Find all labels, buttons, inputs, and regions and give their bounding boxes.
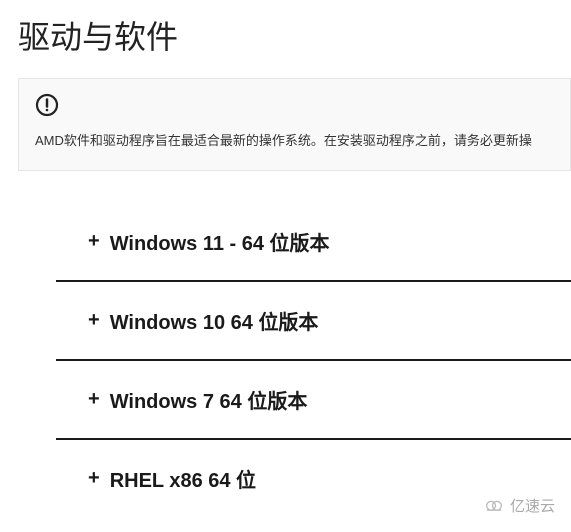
alert-icon [35,93,554,117]
page-title: 驱动与软件 [0,0,571,70]
accordion-container: + Windows 11 - 64 位版本 + Windows 10 64 位版… [56,203,571,517]
accordion-label: RHEL x86 64 位 [110,464,256,493]
accordion-item-windows11[interactable]: + Windows 11 - 64 位版本 [56,203,571,282]
accordion-item-windows7[interactable]: + Windows 7 64 位版本 [56,361,571,440]
plus-icon: + [88,310,100,330]
watermark: 亿速云 [477,490,561,520]
accordion-label: Windows 7 64 位版本 [110,385,308,414]
notice-box: AMD软件和驱动程序旨在最适合最新的操作系统。在安装驱动程序之前，请务必更新操 [18,78,571,171]
cloud-icon [483,494,505,516]
accordion-item-windows10[interactable]: + Windows 10 64 位版本 [56,282,571,361]
notice-text: AMD软件和驱动程序旨在最适合最新的操作系统。在安装驱动程序之前，请务必更新操 [35,131,554,152]
plus-icon: + [88,231,100,251]
watermark-text: 亿速云 [510,495,555,516]
plus-icon: + [88,389,100,409]
plus-icon: + [88,468,100,488]
accordion-label: Windows 11 - 64 位版本 [110,227,330,256]
accordion-label: Windows 10 64 位版本 [110,306,319,335]
